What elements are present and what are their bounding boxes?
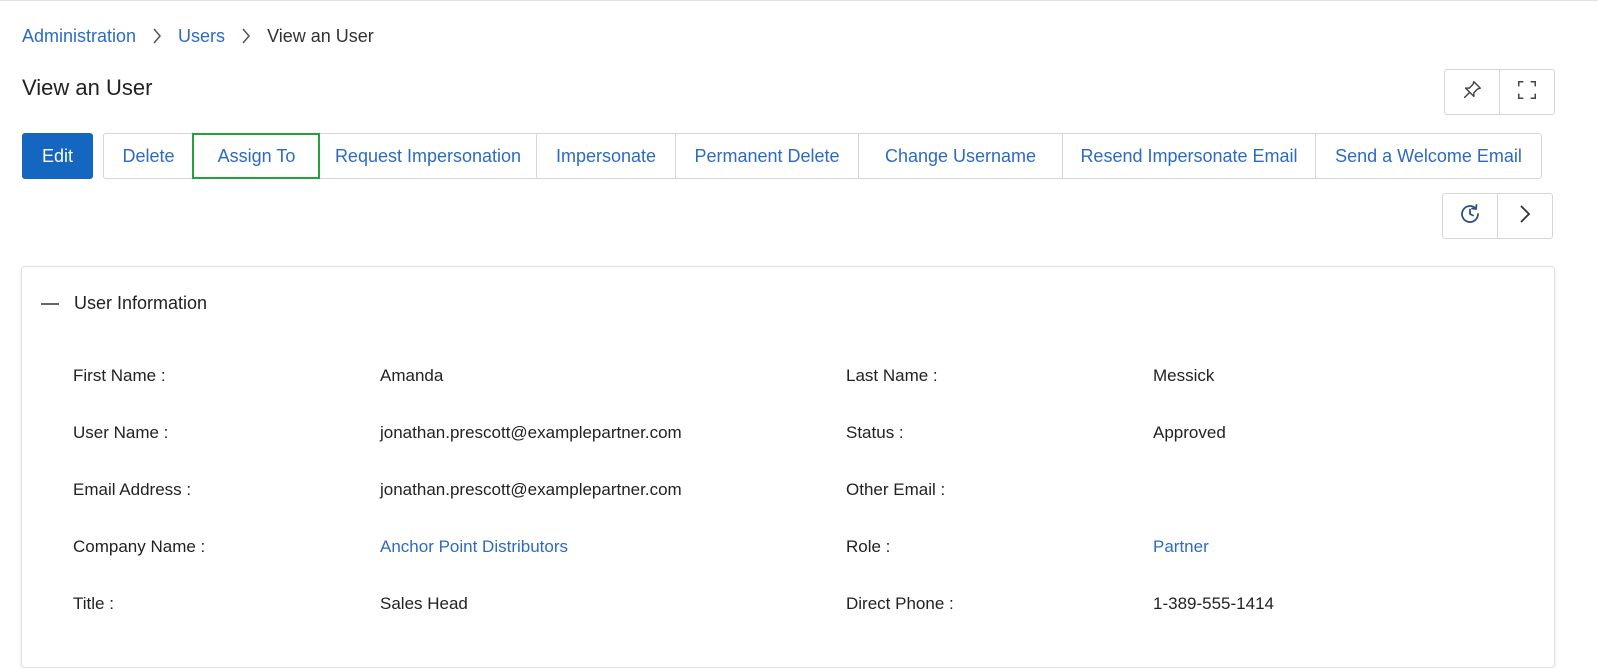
collapse-icon[interactable] [40, 302, 60, 306]
role-link[interactable]: Partner [1153, 537, 1209, 557]
email-address-label: Email Address : [73, 480, 192, 499]
user-information-panel: User Information First Name : Amanda Las… [21, 266, 1555, 668]
section-title: User Information [74, 293, 208, 313]
status-value: Approved [1153, 423, 1226, 442]
status-label: Status : [846, 423, 904, 442]
role-label: Role : [846, 537, 891, 556]
action-button-group: Delete Assign To Request Impersonation I… [103, 133, 1542, 179]
breadcrumb: Administration Users View an User [22, 25, 374, 47]
user-name-value: jonathan.prescott@examplepartner.com [380, 423, 682, 442]
last-name-value: Messick [1153, 366, 1215, 385]
change-username-button[interactable]: Change Username [858, 134, 1062, 178]
title-value: Sales Head [380, 594, 468, 613]
first-name-label: First Name : [73, 366, 166, 385]
delete-button[interactable]: Delete [104, 134, 193, 178]
pin-icon [1461, 79, 1483, 106]
direct-phone-label: Direct Phone : [846, 594, 954, 613]
history-button[interactable] [1443, 194, 1497, 238]
email-address-value: jonathan.prescott@examplepartner.com [380, 480, 682, 499]
resend-impersonate-email-button[interactable]: Resend Impersonate Email [1062, 134, 1315, 178]
company-name-link[interactable]: Anchor Point Distributors [380, 537, 568, 557]
history-icon [1458, 202, 1482, 231]
breadcrumb-administration[interactable]: Administration [22, 26, 136, 47]
page-title: View an User [22, 75, 153, 100]
title-label: Title : [73, 594, 114, 613]
permanent-delete-button[interactable]: Permanent Delete [675, 134, 858, 178]
breadcrumb-users[interactable]: Users [178, 26, 225, 47]
breadcrumb-current: View an User [267, 25, 374, 46]
section-header: User Information [40, 293, 207, 314]
pin-button[interactable] [1445, 70, 1499, 114]
last-name-label: Last Name : [846, 366, 938, 385]
fullscreen-button[interactable] [1499, 70, 1554, 114]
chevron-right-icon [152, 27, 162, 45]
request-impersonation-button[interactable]: Request Impersonation [319, 134, 536, 178]
direct-phone-value: 1-389-555-1414 [1153, 594, 1274, 613]
chevron-right-icon [1518, 203, 1532, 230]
chevron-right-icon [241, 27, 251, 45]
impersonate-button[interactable]: Impersonate [536, 134, 675, 178]
fullscreen-icon [1516, 79, 1538, 106]
next-button[interactable] [1497, 194, 1552, 238]
send-welcome-email-button[interactable]: Send a Welcome Email [1315, 134, 1541, 178]
action-toolbar: Edit Delete Assign To Request Impersonat… [22, 133, 1542, 179]
secondary-icon-group [1442, 193, 1553, 239]
user-name-label: User Name : [73, 423, 169, 442]
assign-to-button[interactable]: Assign To [192, 133, 320, 179]
other-email-label: Other Email : [846, 480, 946, 499]
header-icon-group [1444, 69, 1555, 115]
first-name-value: Amanda [380, 366, 444, 385]
edit-button[interactable]: Edit [22, 133, 93, 179]
company-name-label: Company Name : [73, 537, 206, 556]
